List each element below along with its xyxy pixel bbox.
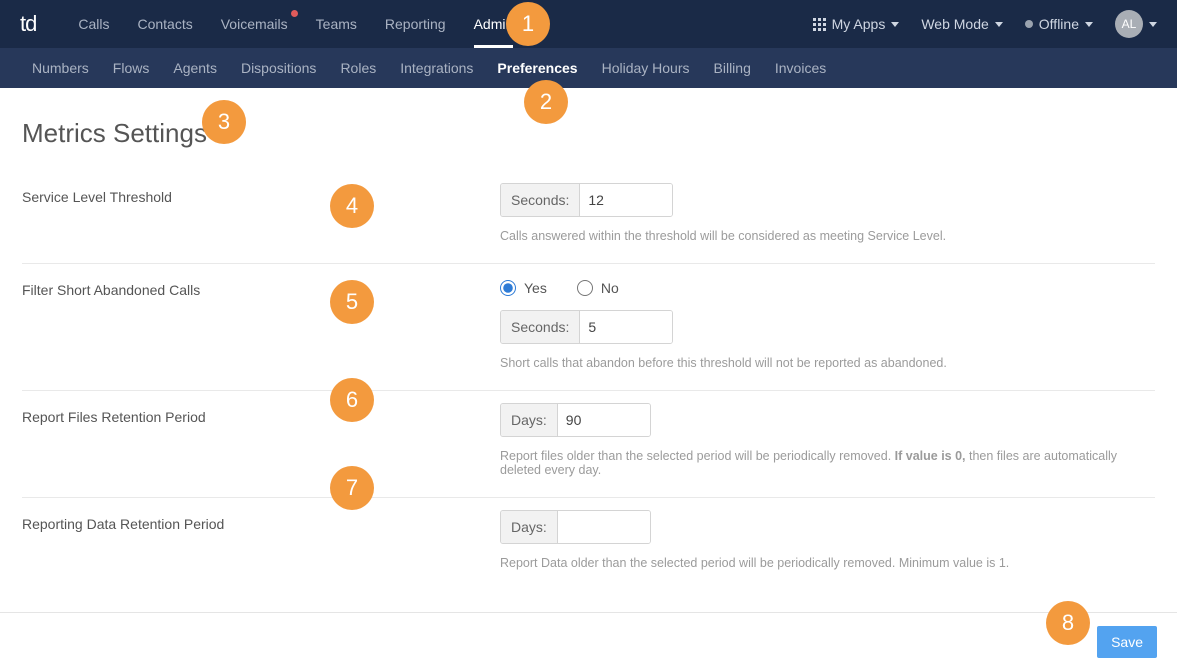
subnav-label: Flows xyxy=(113,60,150,76)
input-addon: Days: xyxy=(501,404,558,436)
help-text: Short calls that abandon before this thr… xyxy=(500,356,1155,370)
nav-label: Voicemails xyxy=(221,16,288,32)
subnav-label: Roles xyxy=(340,60,376,76)
subnav-agents[interactable]: Agents xyxy=(161,48,229,88)
status-dropdown[interactable]: Offline xyxy=(1025,16,1093,32)
input-addon: Seconds: xyxy=(501,311,580,343)
nav-label: Calls xyxy=(78,16,109,32)
nav-label: Reporting xyxy=(385,16,446,32)
row-label: Filter Short Abandoned Calls xyxy=(22,276,500,370)
radio-no-label: No xyxy=(601,280,619,296)
row-label: Report Files Retention Period xyxy=(22,403,500,477)
footer: Save xyxy=(0,612,1177,670)
content: Metrics Settings Service Level Threshold… xyxy=(0,88,1177,590)
annotation-badge-7: 7 xyxy=(330,466,374,510)
webmode-label: Web Mode xyxy=(921,16,988,32)
chevron-down-icon xyxy=(995,22,1003,27)
subnav-label: Integrations xyxy=(400,60,473,76)
subnav-holiday-hours[interactable]: Holiday Hours xyxy=(590,48,702,88)
input-group-days: Days: xyxy=(500,403,651,437)
status-label: Offline xyxy=(1039,16,1079,32)
nav-reporting[interactable]: Reporting xyxy=(371,0,460,48)
notification-dot-icon xyxy=(291,10,298,17)
radio-yes-label: Yes xyxy=(524,280,547,296)
filter-short-seconds-input[interactable] xyxy=(580,311,672,343)
row-service-level: Service Level Threshold Seconds: Calls a… xyxy=(22,171,1155,264)
nav-label: Contacts xyxy=(137,16,192,32)
row-control: Seconds: Calls answered within the thres… xyxy=(500,183,1155,243)
help-text: Report files older than the selected per… xyxy=(500,449,1155,477)
input-group-seconds: Seconds: xyxy=(500,310,673,344)
annotation-badge-3: 3 xyxy=(202,100,246,144)
subnav-integrations[interactable]: Integrations xyxy=(388,48,485,88)
row-control: Days: Report files older than the select… xyxy=(500,403,1155,477)
nav-teams[interactable]: Teams xyxy=(302,0,371,48)
sub-nav: Numbers Flows Agents Dispositions Roles … xyxy=(0,48,1177,88)
row-control: Yes No Seconds: Short calls that abandon… xyxy=(500,276,1155,370)
subnav-label: Preferences xyxy=(497,60,577,76)
nav-calls[interactable]: Calls xyxy=(64,0,123,48)
input-addon: Days: xyxy=(501,511,558,543)
subnav-label: Numbers xyxy=(32,60,89,76)
subnav-flows[interactable]: Flows xyxy=(101,48,162,88)
subnav-roles[interactable]: Roles xyxy=(328,48,388,88)
subnav-label: Agents xyxy=(173,60,217,76)
annotation-badge-4: 4 xyxy=(330,184,374,228)
webmode-dropdown[interactable]: Web Mode xyxy=(921,16,1002,32)
avatar: AL xyxy=(1115,10,1143,38)
annotation-badge-5: 5 xyxy=(330,280,374,324)
row-control: Days: Report Data older than the selecte… xyxy=(500,510,1155,570)
radio-yes[interactable]: Yes xyxy=(500,280,547,296)
chevron-down-icon xyxy=(1085,22,1093,27)
subnav-label: Dispositions xyxy=(241,60,316,76)
radio-no-input[interactable] xyxy=(577,280,593,296)
subnav-invoices[interactable]: Invoices xyxy=(763,48,838,88)
top-nav: td Calls Contacts Voicemails Teams Repor… xyxy=(0,0,1177,48)
input-addon: Seconds: xyxy=(501,184,580,216)
row-filter-short: Filter Short Abandoned Calls Yes No Seco… xyxy=(22,264,1155,391)
row-report-files: Report Files Retention Period Days: Repo… xyxy=(22,391,1155,498)
nav-voicemails[interactable]: Voicemails xyxy=(207,0,302,48)
subnav-numbers[interactable]: Numbers xyxy=(20,48,101,88)
apps-grid-icon xyxy=(813,18,826,31)
annotation-badge-2: 2 xyxy=(524,80,568,124)
subnav-label: Invoices xyxy=(775,60,826,76)
top-nav-right: My Apps Web Mode Offline AL xyxy=(813,10,1157,38)
myapps-label: My Apps xyxy=(832,16,886,32)
subnav-label: Billing xyxy=(714,60,751,76)
help-text-part: Report files older than the selected per… xyxy=(500,449,895,463)
help-text: Calls answered within the threshold will… xyxy=(500,229,1155,243)
nav-label: Teams xyxy=(316,16,357,32)
report-files-days-input[interactable] xyxy=(558,404,650,436)
logo: td xyxy=(20,11,36,37)
save-button[interactable]: Save xyxy=(1097,626,1157,658)
status-dot-icon xyxy=(1025,20,1033,28)
page-title: Metrics Settings xyxy=(22,118,1155,149)
subnav-label: Holiday Hours xyxy=(602,60,690,76)
annotation-badge-1: 1 xyxy=(506,2,550,46)
myapps-dropdown[interactable]: My Apps xyxy=(813,16,900,32)
help-text: Report Data older than the selected peri… xyxy=(500,556,1155,570)
nav-contacts[interactable]: Contacts xyxy=(123,0,206,48)
radio-group: Yes No xyxy=(500,280,1155,296)
row-label: Reporting Data Retention Period xyxy=(22,510,500,570)
service-level-seconds-input[interactable] xyxy=(580,184,672,216)
chevron-down-icon xyxy=(1149,22,1157,27)
help-text-bold: If value is 0, xyxy=(895,449,966,463)
top-nav-left: Calls Contacts Voicemails Teams Reportin… xyxy=(64,0,527,48)
user-menu[interactable]: AL xyxy=(1115,10,1157,38)
radio-yes-input[interactable] xyxy=(500,280,516,296)
subnav-dispositions[interactable]: Dispositions xyxy=(229,48,328,88)
input-group-seconds: Seconds: xyxy=(500,183,673,217)
row-label: Service Level Threshold xyxy=(22,183,500,243)
subnav-billing[interactable]: Billing xyxy=(702,48,763,88)
input-group-days: Days: xyxy=(500,510,651,544)
row-reporting-data: Reporting Data Retention Period Days: Re… xyxy=(22,498,1155,590)
reporting-data-days-input[interactable] xyxy=(558,511,650,543)
chevron-down-icon xyxy=(891,22,899,27)
radio-no[interactable]: No xyxy=(577,280,619,296)
annotation-badge-8: 8 xyxy=(1046,601,1090,645)
annotation-badge-6: 6 xyxy=(330,378,374,422)
